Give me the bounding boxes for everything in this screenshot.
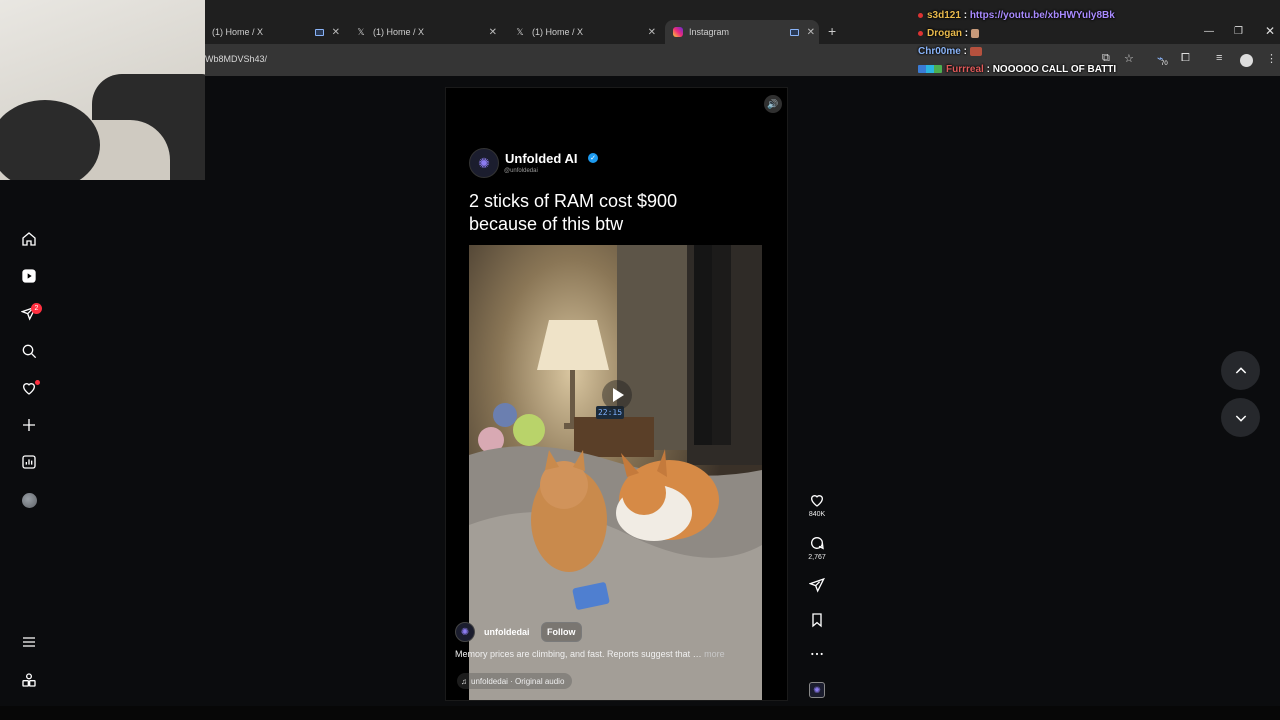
x-logo-icon: 𝕏 (516, 26, 524, 37)
poster-avatar[interactable]: ✺ (455, 622, 475, 642)
next-reel-button[interactable] (1221, 398, 1260, 437)
tab-title: (1) Home / X (532, 27, 584, 37)
close-tab-icon[interactable]: ✕ (648, 27, 656, 38)
chat-message: NOOOOO CALL OF BATTI (992, 64, 1117, 75)
bottom-edge (0, 706, 1280, 720)
music-note-icon: ♫ (461, 676, 467, 686)
caption-more-link[interactable]: more (704, 649, 725, 659)
comment-count: 2,767 (808, 554, 826, 561)
hamburger-icon[interactable] (20, 633, 38, 651)
tab-title: (1) Home / X (373, 27, 425, 37)
audio-label: unfoldedai · Original audio (471, 676, 565, 686)
verified-badge-icon: ✓ (588, 153, 598, 163)
person-head (0, 100, 100, 180)
volume-icon[interactable]: 🔊 (764, 95, 782, 113)
emote-icon (969, 46, 982, 56)
chevron-down-icon (1235, 414, 1246, 422)
save-button[interactable] (806, 612, 828, 628)
profile-icon[interactable] (1240, 54, 1253, 67)
like-count: 840K (808, 511, 826, 518)
reels-icon[interactable] (20, 267, 38, 285)
x-logo-icon: 𝕏 (357, 26, 365, 37)
reel-caption: Memory prices are climbing, and fast. Re… (455, 649, 755, 659)
media-icon (790, 28, 799, 36)
heart-icon (810, 495, 824, 507)
chat-badge-icon (918, 12, 923, 18)
previous-reel-button[interactable] (1221, 351, 1260, 390)
like-button[interactable]: 840K (806, 492, 828, 518)
paper-plane-icon (809, 577, 825, 593)
webcam-overlay (0, 0, 205, 180)
chat-username: Furrreal (946, 64, 984, 75)
chevron-up-icon (1235, 366, 1246, 374)
chat-username: Drogan (927, 28, 962, 39)
browser-tab[interactable]: 𝕏 (1) Home / X ✕ (514, 22, 656, 42)
chat-line: Furrreal : NOOOOO CALL OF BATTI (918, 64, 1116, 75)
plus-icon[interactable] (20, 416, 38, 434)
chat-badges-icon (918, 65, 942, 74)
notification-dot (35, 380, 40, 385)
tab-title: (1) Home / X (212, 27, 264, 37)
dashboard-icon[interactable] (20, 453, 38, 471)
tweet-author-avatar: ✺ (469, 148, 499, 178)
audio-attribution[interactable]: ♫ unfoldedai · Original audio (457, 673, 573, 689)
chat-line: s3d121 : https://youtu.be/xbHWYuly8Bk (918, 10, 1115, 21)
instagram-icon (673, 27, 683, 37)
restore-icon[interactable]: ❐ (1234, 26, 1243, 37)
more-icon (811, 652, 823, 656)
caption-text: Memory prices are climbing, and fast. Re… (455, 649, 702, 659)
chat-username: s3d121 (927, 10, 961, 21)
more-options-button[interactable] (806, 646, 828, 662)
media-controls-icon[interactable]: ≡ (1216, 52, 1222, 64)
new-tab-button[interactable]: + (828, 23, 836, 39)
chat-line: Chr00me : (918, 46, 982, 57)
chat-username: Chr00me (918, 46, 961, 57)
play-icon[interactable] (602, 380, 632, 410)
emote-icon (970, 28, 979, 38)
url-field[interactable]: Wb8MDVSh43/ (205, 54, 267, 64)
tweet-headline: 2 sticks of RAM cost $900 because of thi… (469, 191, 678, 234)
chat-badge-icon (918, 30, 923, 36)
messages-badge: 2 (31, 303, 42, 314)
comment-button[interactable]: 2,767 (806, 535, 828, 561)
comment-icon (811, 537, 824, 550)
home-icon[interactable] (20, 230, 38, 248)
also-from-meta-icon[interactable] (20, 671, 38, 689)
tweet-author-name: Unfolded AI (505, 151, 578, 166)
close-tab-icon[interactable]: ✕ (807, 27, 815, 38)
tab-title: Instagram (689, 27, 730, 37)
bookmark-icon (812, 613, 822, 628)
avatar[interactable] (20, 491, 38, 509)
close-tab-icon[interactable]: ✕ (332, 27, 340, 38)
follow-button[interactable]: Follow (541, 622, 582, 642)
search-icon[interactable] (20, 342, 38, 360)
close-window-icon[interactable]: ✕ (1265, 24, 1275, 38)
chat-line: Drogan : (918, 28, 979, 39)
browser-tab-active[interactable]: Instagram ✕ (665, 20, 819, 44)
browser-tab[interactable]: (1) Home / X ✕ (212, 22, 340, 42)
minimize-icon[interactable]: — (1204, 26, 1214, 37)
kebab-menu-icon[interactable]: ⋮ (1266, 52, 1277, 65)
chat-message[interactable]: https://youtu.be/xbHWYuly8Bk (970, 10, 1115, 21)
audio-thumbnail[interactable]: ✺ (809, 682, 825, 698)
share-button[interactable] (806, 577, 828, 593)
stream-chat-overlay: s3d121 : https://youtu.be/xbHWYuly8Bk Dr… (918, 0, 1198, 80)
poster-username[interactable]: unfoldedai (484, 627, 530, 637)
browser-tab[interactable]: 𝕏 (1) Home / X ✕ (355, 22, 497, 42)
media-icon (315, 28, 324, 36)
close-tab-icon[interactable]: ✕ (489, 27, 497, 38)
tweet-author-handle: @unfoldedai (504, 168, 538, 174)
